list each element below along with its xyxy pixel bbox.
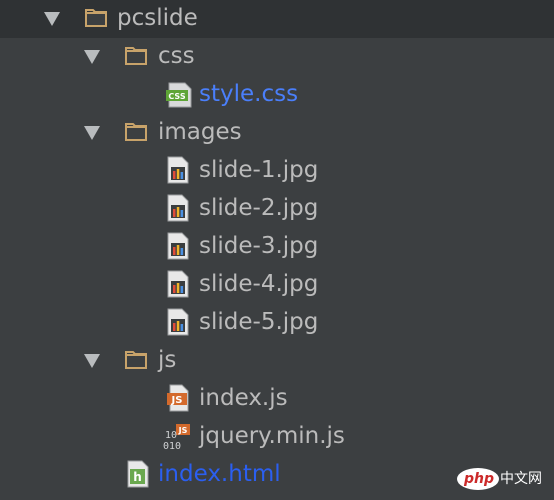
- css-file-icon: CSS: [166, 82, 192, 108]
- tree-row-jquery-min-js[interactable]: JS 10 010 jquery.min.js: [0, 418, 554, 456]
- watermark-brand: php: [464, 471, 495, 487]
- tree-row-slide-5[interactable]: slide-5.jpg: [0, 304, 554, 342]
- svg-text:10: 10: [165, 430, 177, 441]
- tree-item-label: slide-4.jpg: [199, 271, 319, 297]
- expand-arrow-icon[interactable]: [84, 50, 100, 64]
- project-tree: pcslide css CSS style.css images slide-1…: [0, 0, 554, 500]
- tree-item-label: index.js: [199, 385, 288, 411]
- tree-item-label: css: [158, 43, 195, 69]
- expand-arrow-icon[interactable]: [84, 126, 100, 140]
- expand-arrow-icon[interactable]: [84, 354, 100, 368]
- tree-row-style-css[interactable]: CSS style.css: [0, 76, 554, 114]
- image-file-icon: [167, 308, 189, 336]
- tree-row-js[interactable]: js: [0, 342, 554, 380]
- js-file-icon: JS: [167, 384, 189, 412]
- tree-row-images[interactable]: images: [0, 114, 554, 152]
- tree-item-label: slide-2.jpg: [199, 195, 319, 221]
- tree-item-label: jquery.min.js: [199, 423, 345, 449]
- image-file-icon: [167, 270, 189, 298]
- tree-row-slide-1[interactable]: slide-1.jpg: [0, 152, 554, 190]
- svg-text:JS: JS: [171, 395, 183, 406]
- tree-row-slide-3[interactable]: slide-3.jpg: [0, 228, 554, 266]
- tree-item-label: pcslide: [117, 5, 198, 31]
- folder-icon: [125, 47, 147, 65]
- image-file-icon: [167, 156, 189, 184]
- tree-item-label: slide-5.jpg: [199, 309, 319, 335]
- image-file-icon: [167, 194, 189, 222]
- tree-item-label: slide-1.jpg: [199, 157, 319, 183]
- svg-text:h: h: [133, 470, 142, 484]
- folder-icon: [125, 351, 147, 369]
- image-file-icon: [167, 232, 189, 260]
- folder-icon: [125, 123, 147, 141]
- tree-item-label: index.html: [158, 461, 281, 487]
- tree-row-pcslide[interactable]: pcslide: [0, 0, 554, 38]
- tree-row-slide-4[interactable]: slide-4.jpg: [0, 266, 554, 304]
- tree-item-label: slide-3.jpg: [199, 233, 319, 259]
- svg-text:010: 010: [163, 441, 181, 450]
- expand-arrow-icon[interactable]: [44, 12, 60, 26]
- watermark-text: 中文网: [500, 471, 542, 487]
- tree-row-css[interactable]: css: [0, 38, 554, 76]
- watermark: php 中文网: [456, 466, 548, 494]
- folder-icon: [85, 9, 107, 27]
- tree-item-label: js: [158, 347, 177, 373]
- svg-text:JS: JS: [178, 426, 188, 435]
- html-file-icon: h: [127, 460, 149, 488]
- tree-item-label: images: [158, 119, 242, 145]
- tree-item-label: style.css: [199, 81, 299, 107]
- tree-row-index-js[interactable]: JS index.js: [0, 380, 554, 418]
- svg-text:CSS: CSS: [168, 92, 185, 101]
- tree-row-slide-2[interactable]: slide-2.jpg: [0, 190, 554, 228]
- minified-js-file-icon: JS 10 010: [163, 424, 190, 450]
